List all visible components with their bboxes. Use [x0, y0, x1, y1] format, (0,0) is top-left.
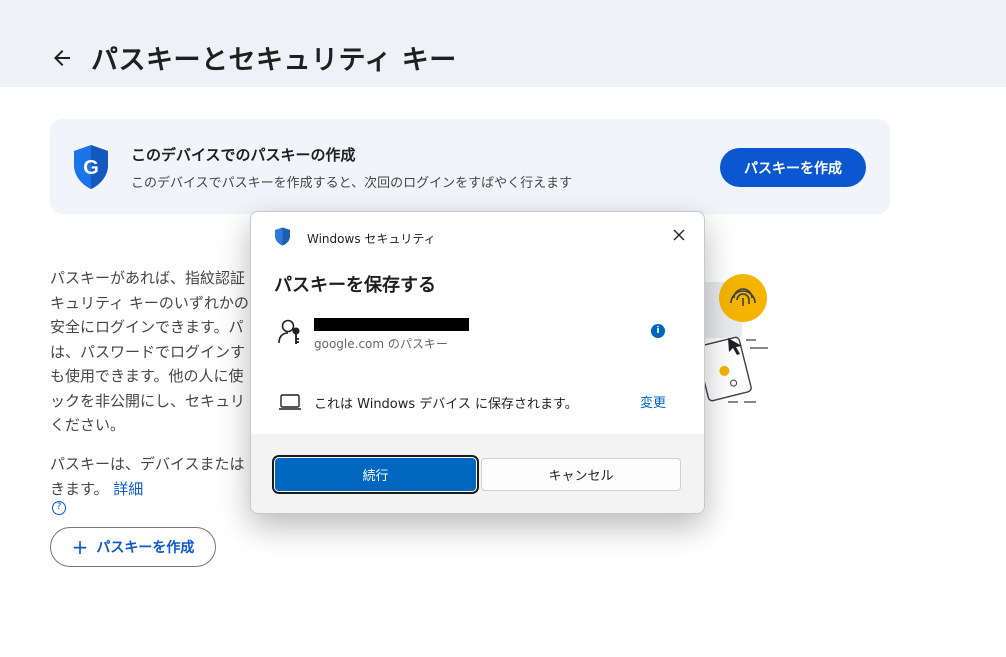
- close-icon[interactable]: [672, 228, 686, 242]
- info-icon[interactable]: i: [651, 324, 665, 338]
- save-location-text: これは Windows デバイス に保存されます。: [314, 397, 578, 412]
- windows-security-shield-icon: [275, 227, 290, 246]
- explanation-line: 安全にログインできます。パ: [50, 318, 244, 336]
- explanation-line: は、パスワードでログインす: [50, 342, 246, 361]
- create-passkey-outline-button[interactable]: + パスキーを作成: [50, 527, 216, 567]
- google-shield-icon: G: [74, 145, 108, 189]
- explanation-line: ックを非公開にし、セキュリ: [50, 391, 246, 410]
- explanation-line: パスキーがあれば、指紋認証: [50, 269, 246, 287]
- page-header: パスキーとセキュリティ キー: [0, 0, 1006, 87]
- create-passkey-promo: G このデバイスでのパスキーの作成 このデバイスでパスキーを作成すると、次回のロ…: [50, 119, 890, 214]
- passkey-explanation: パスキーがあれば、指紋認証 キュリティ キーのいずれかの 安全にログインできます…: [50, 266, 255, 438]
- passkey-storage-note: パスキーは、デバイスまたは きます。 詳細?: [50, 452, 255, 515]
- dialog-window-title: Windows セキュリティ: [307, 232, 436, 246]
- explanation-line: キュリティ キーのいずれかの: [50, 293, 249, 312]
- continue-button[interactable]: 続行: [275, 458, 476, 491]
- promo-title: このデバイスでのパスキーの作成: [131, 146, 356, 164]
- dialog-heading: パスキーを保存する: [274, 275, 436, 296]
- plus-icon: +: [71, 535, 89, 559]
- dialog-footer: 続行 キャンセル: [251, 434, 704, 513]
- svg-text:G: G: [83, 157, 99, 179]
- create-passkey-outline-label: パスキーを作成: [96, 540, 195, 556]
- promo-description: このデバイスでパスキーを作成すると、次回のログインをすばやく行えます: [131, 176, 573, 191]
- page-title: パスキーとセキュリティ キー: [91, 45, 457, 76]
- help-icon: ?: [52, 501, 66, 515]
- redacted-account-name: [314, 318, 469, 331]
- passkey-person-icon: [278, 319, 300, 344]
- storage-note-line2: きます。 詳細?: [50, 477, 255, 515]
- explanation-line: も使用できます。他の人に使: [50, 367, 244, 385]
- back-arrow-icon[interactable]: [50, 46, 74, 70]
- explanation-line: ください。: [50, 416, 126, 434]
- laptop-icon: [279, 394, 301, 410]
- change-location-link[interactable]: 変更: [640, 392, 666, 411]
- create-passkey-button[interactable]: パスキーを作成: [720, 148, 866, 187]
- passkey-site-label: google.com のパスキー: [314, 337, 448, 351]
- cancel-button[interactable]: キャンセル: [481, 458, 681, 491]
- storage-note-line: パスキーは、デバイスまたは: [50, 455, 245, 473]
- windows-security-dialog: Windows セキュリティ パスキーを保存する google.com のパスキ…: [250, 211, 705, 514]
